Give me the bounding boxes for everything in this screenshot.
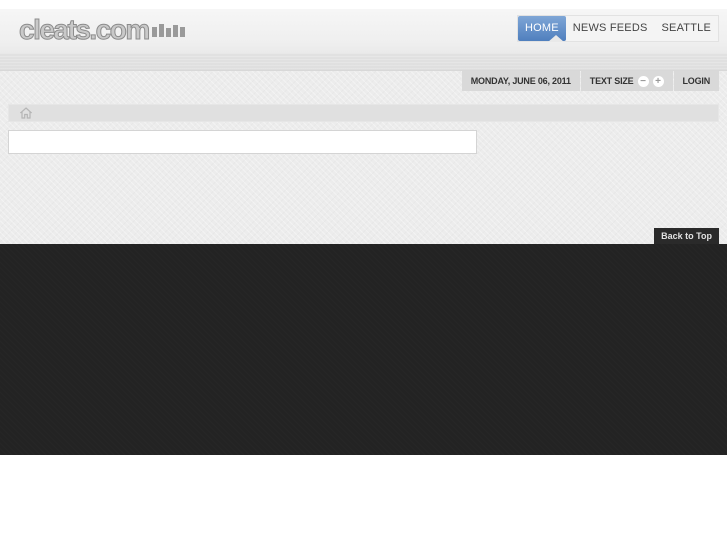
- nav-seattle[interactable]: SEATTLE: [655, 16, 719, 41]
- header-texture: [0, 53, 727, 71]
- utility-bar: MONDAY, JUNE 06, 2011 TEXT SIZE − + LOGI…: [461, 71, 719, 91]
- top-strip: [0, 0, 727, 9]
- text-size-increase-icon[interactable]: +: [652, 75, 664, 87]
- back-to-top-link[interactable]: Back to Top: [654, 228, 719, 244]
- site-footer: [0, 244, 727, 455]
- content-panel: [8, 130, 477, 154]
- site-logo[interactable]: cleats.com: [19, 14, 185, 46]
- nav-active-pointer: [548, 35, 564, 42]
- main-content-area: MONDAY, JUNE 06, 2011 TEXT SIZE − + LOGI…: [0, 71, 727, 244]
- home-icon[interactable]: [20, 107, 32, 119]
- text-size-control: TEXT SIZE − +: [580, 71, 673, 91]
- date-text: MONDAY, JUNE 06, 2011: [470, 76, 571, 86]
- text-size-decrease-icon[interactable]: −: [637, 75, 649, 87]
- text-size-label: TEXT SIZE: [589, 76, 634, 86]
- breadcrumb: [8, 104, 719, 122]
- page: cleats.com HOME NEWS FEEDS SEATTLE MONDA…: [0, 0, 727, 545]
- current-date: MONDAY, JUNE 06, 2011: [461, 71, 580, 91]
- page-bottom: [0, 455, 727, 545]
- site-header: cleats.com HOME NEWS FEEDS SEATTLE: [0, 9, 727, 71]
- logo-mark-icon: [151, 23, 185, 37]
- login-link[interactable]: LOGIN: [673, 71, 719, 91]
- nav-news-feeds[interactable]: NEWS FEEDS: [566, 16, 655, 41]
- logo-text: cleats.com: [19, 14, 151, 46]
